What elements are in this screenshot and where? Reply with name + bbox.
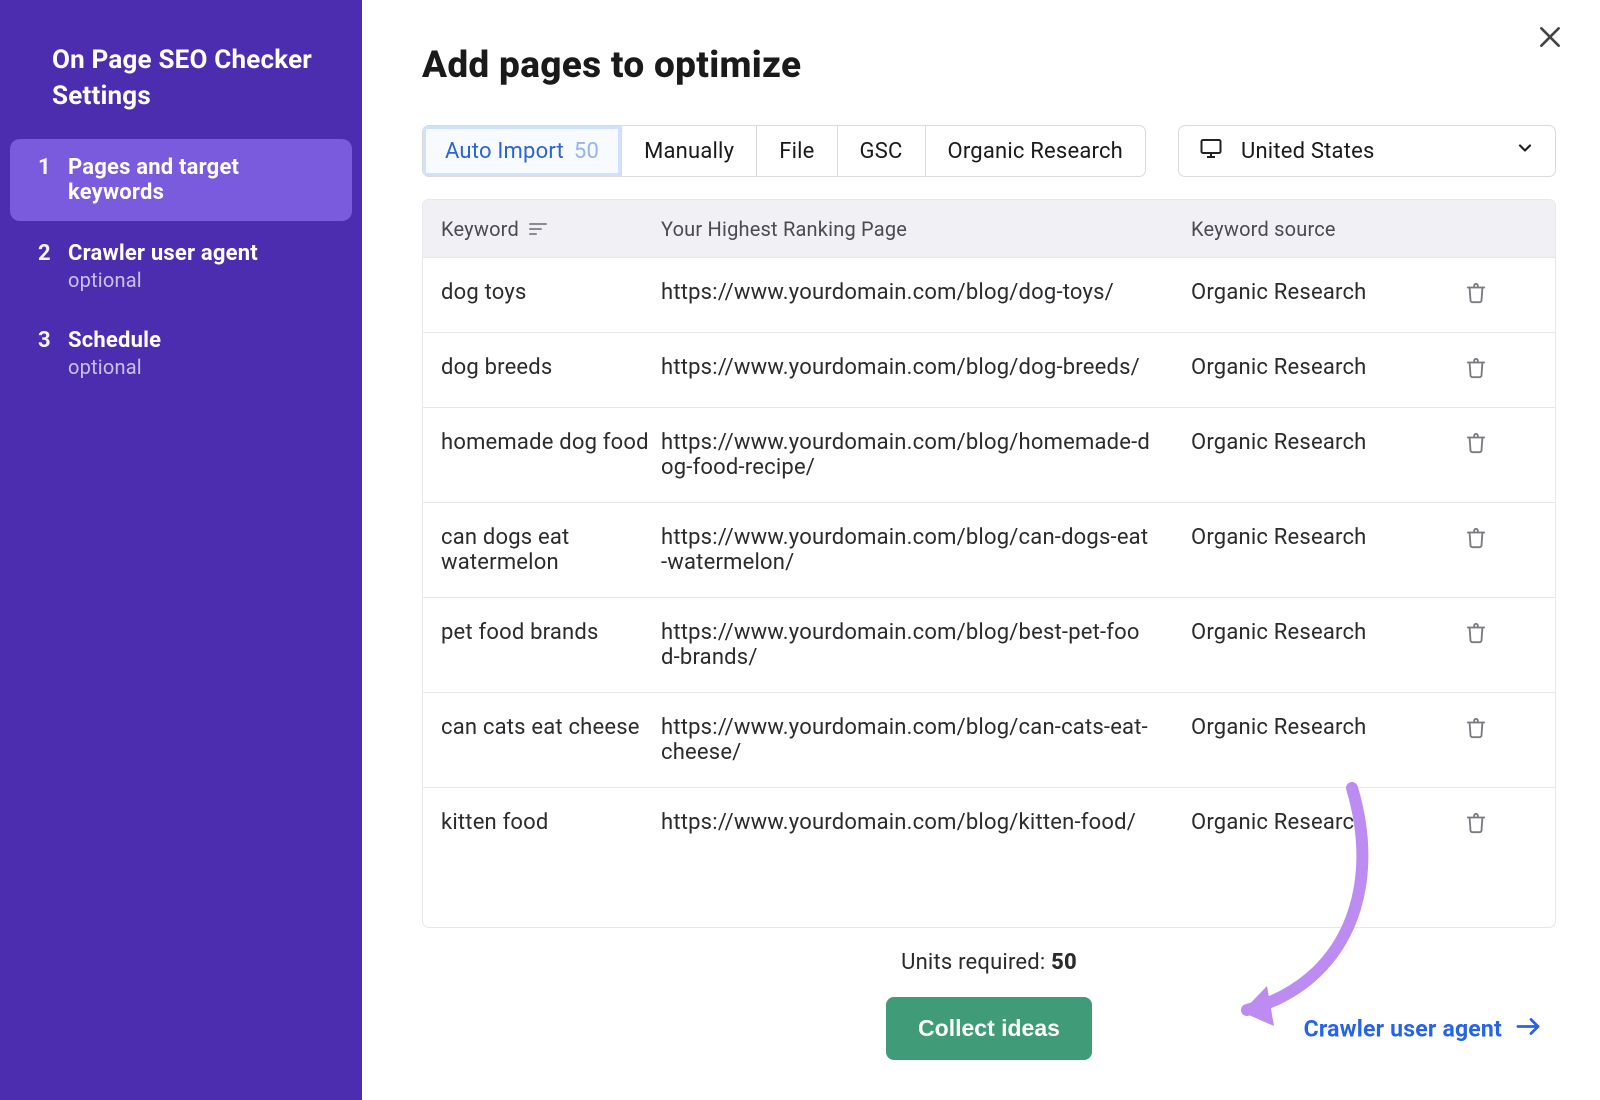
cell-source: Organic Research bbox=[1191, 525, 1465, 550]
sidebar-step-sublabel: optional bbox=[68, 355, 161, 379]
tab-label: Organic Research bbox=[948, 139, 1123, 164]
sidebar-step-number: 3 bbox=[38, 328, 54, 353]
column-header-source: Keyword source bbox=[1191, 217, 1336, 241]
column-header-page: Your Highest Ranking Page bbox=[661, 217, 907, 241]
table-row: kitten foodhttps://www.yourdomain.com/bl… bbox=[423, 788, 1555, 862]
tab-count: 50 bbox=[574, 139, 599, 164]
cell-keyword: dog toys bbox=[441, 280, 661, 305]
close-icon bbox=[1537, 24, 1563, 56]
cell-url: https://www.yourdomain.com/blog/homemade… bbox=[661, 430, 1191, 480]
cell-url: https://www.yourdomain.com/blog/can-cats… bbox=[661, 715, 1191, 765]
sidebar-step-label: Pages and target keywords bbox=[68, 155, 332, 205]
sidebar-step-pages-keywords[interactable]: 1 Pages and target keywords bbox=[10, 139, 352, 221]
delete-row-button[interactable] bbox=[1465, 525, 1525, 555]
sidebar-step-crawler-user-agent[interactable]: 2 Crawler user agent optional bbox=[10, 225, 352, 308]
tab-label: File bbox=[779, 139, 814, 164]
cell-url: https://www.yourdomain.com/blog/dog-toys… bbox=[661, 280, 1191, 305]
sidebar: On Page SEO Checker Settings 1 Pages and… bbox=[0, 0, 362, 1100]
cell-keyword: homemade dog food bbox=[441, 430, 661, 455]
cell-keyword: kitten food bbox=[441, 810, 661, 835]
cell-source: Organic Research bbox=[1191, 430, 1465, 455]
tab-file[interactable]: File bbox=[757, 126, 837, 176]
tab-label: Manually bbox=[644, 139, 734, 164]
trash-icon bbox=[1465, 530, 1487, 555]
delete-row-button[interactable] bbox=[1465, 810, 1525, 840]
arrow-right-icon bbox=[1516, 1015, 1542, 1042]
chevron-down-icon bbox=[1515, 138, 1535, 164]
units-required: Units required: 50 bbox=[901, 950, 1077, 975]
desktop-icon bbox=[1199, 136, 1223, 166]
trash-icon bbox=[1465, 360, 1487, 385]
sort-icon[interactable] bbox=[529, 217, 547, 241]
delete-row-button[interactable] bbox=[1465, 430, 1525, 460]
tab-label: GSC bbox=[860, 139, 903, 164]
table-row: homemade dog foodhttps://www.yourdomain.… bbox=[423, 408, 1555, 503]
region-select[interactable]: United States bbox=[1178, 125, 1556, 177]
sidebar-step-label: Crawler user agent bbox=[68, 241, 258, 266]
cell-keyword: can dogs eat watermelon bbox=[441, 525, 661, 575]
delete-row-button[interactable] bbox=[1465, 620, 1525, 650]
delete-row-button[interactable] bbox=[1465, 355, 1525, 385]
trash-icon bbox=[1465, 625, 1487, 650]
trash-icon bbox=[1465, 435, 1487, 460]
cell-source: Organic Research bbox=[1191, 715, 1465, 740]
delete-row-button[interactable] bbox=[1465, 280, 1525, 310]
cell-url: https://www.yourdomain.com/blog/can-dogs… bbox=[661, 525, 1191, 575]
page-title: Add pages to optimize bbox=[422, 44, 1556, 87]
units-value: 50 bbox=[1051, 950, 1077, 975]
table-row: pet food brandshttps://www.yourdomain.co… bbox=[423, 598, 1555, 693]
cell-source: Organic Research bbox=[1191, 810, 1465, 835]
delete-row-button[interactable] bbox=[1465, 715, 1525, 745]
trash-icon bbox=[1465, 285, 1487, 310]
cell-source: Organic Research bbox=[1191, 620, 1465, 645]
sidebar-step-number: 2 bbox=[38, 241, 54, 266]
collect-ideas-button[interactable]: Collect ideas bbox=[886, 997, 1092, 1060]
sidebar-step-schedule[interactable]: 3 Schedule optional bbox=[10, 312, 352, 395]
next-link-label: Crawler user agent bbox=[1304, 1015, 1502, 1042]
table-row: dog toyshttps://www.yourdomain.com/blog/… bbox=[423, 258, 1555, 333]
footer: Units required: 50 Collect ideas Crawler… bbox=[422, 928, 1556, 1100]
tab-auto-import[interactable]: Auto Import 50 bbox=[423, 126, 622, 176]
sidebar-title: On Page SEO Checker Settings bbox=[0, 42, 362, 139]
tab-organic-research[interactable]: Organic Research bbox=[926, 126, 1145, 176]
cell-keyword: can cats eat cheese bbox=[441, 715, 661, 740]
sidebar-step-number: 1 bbox=[38, 155, 54, 180]
cell-source: Organic Research bbox=[1191, 355, 1465, 380]
tab-manually[interactable]: Manually bbox=[622, 126, 757, 176]
tab-label: Auto Import bbox=[445, 139, 564, 164]
cell-url: https://www.yourdomain.com/blog/kitten-f… bbox=[661, 810, 1191, 835]
table-row: can cats eat cheesehttps://www.yourdomai… bbox=[423, 693, 1555, 788]
cell-url: https://www.yourdomain.com/blog/best-pet… bbox=[661, 620, 1191, 670]
import-tabs: Auto Import 50 Manually File GSC Organic… bbox=[422, 125, 1146, 177]
cell-source: Organic Research bbox=[1191, 280, 1465, 305]
trash-icon bbox=[1465, 720, 1487, 745]
keywords-table: Keyword Your Highest Ranking Page Keywor… bbox=[422, 199, 1556, 928]
units-label: Units required: bbox=[901, 950, 1051, 975]
sidebar-step-sublabel: optional bbox=[68, 268, 258, 292]
cell-keyword: pet food brands bbox=[441, 620, 661, 645]
table-row: can dogs eat watermelonhttps://www.yourd… bbox=[423, 503, 1555, 598]
cell-keyword: dog breeds bbox=[441, 355, 661, 380]
close-button[interactable] bbox=[1530, 20, 1570, 60]
sidebar-step-label: Schedule bbox=[68, 328, 161, 353]
table-row: dog breedshttps://www.yourdomain.com/blo… bbox=[423, 333, 1555, 408]
cell-url: https://www.yourdomain.com/blog/dog-bree… bbox=[661, 355, 1191, 380]
column-header-keyword[interactable]: Keyword bbox=[441, 217, 519, 241]
trash-icon bbox=[1465, 815, 1487, 840]
table-body[interactable]: dog toyshttps://www.yourdomain.com/blog/… bbox=[423, 258, 1555, 927]
table-header: Keyword Your Highest Ranking Page Keywor… bbox=[423, 200, 1555, 258]
tab-gsc[interactable]: GSC bbox=[838, 126, 926, 176]
crawler-user-agent-link[interactable]: Crawler user agent bbox=[1304, 1015, 1542, 1042]
tabs-row: Auto Import 50 Manually File GSC Organic… bbox=[422, 125, 1556, 177]
region-label: United States bbox=[1241, 139, 1375, 164]
main-panel: Add pages to optimize Auto Import 50 Man… bbox=[362, 0, 1600, 1100]
